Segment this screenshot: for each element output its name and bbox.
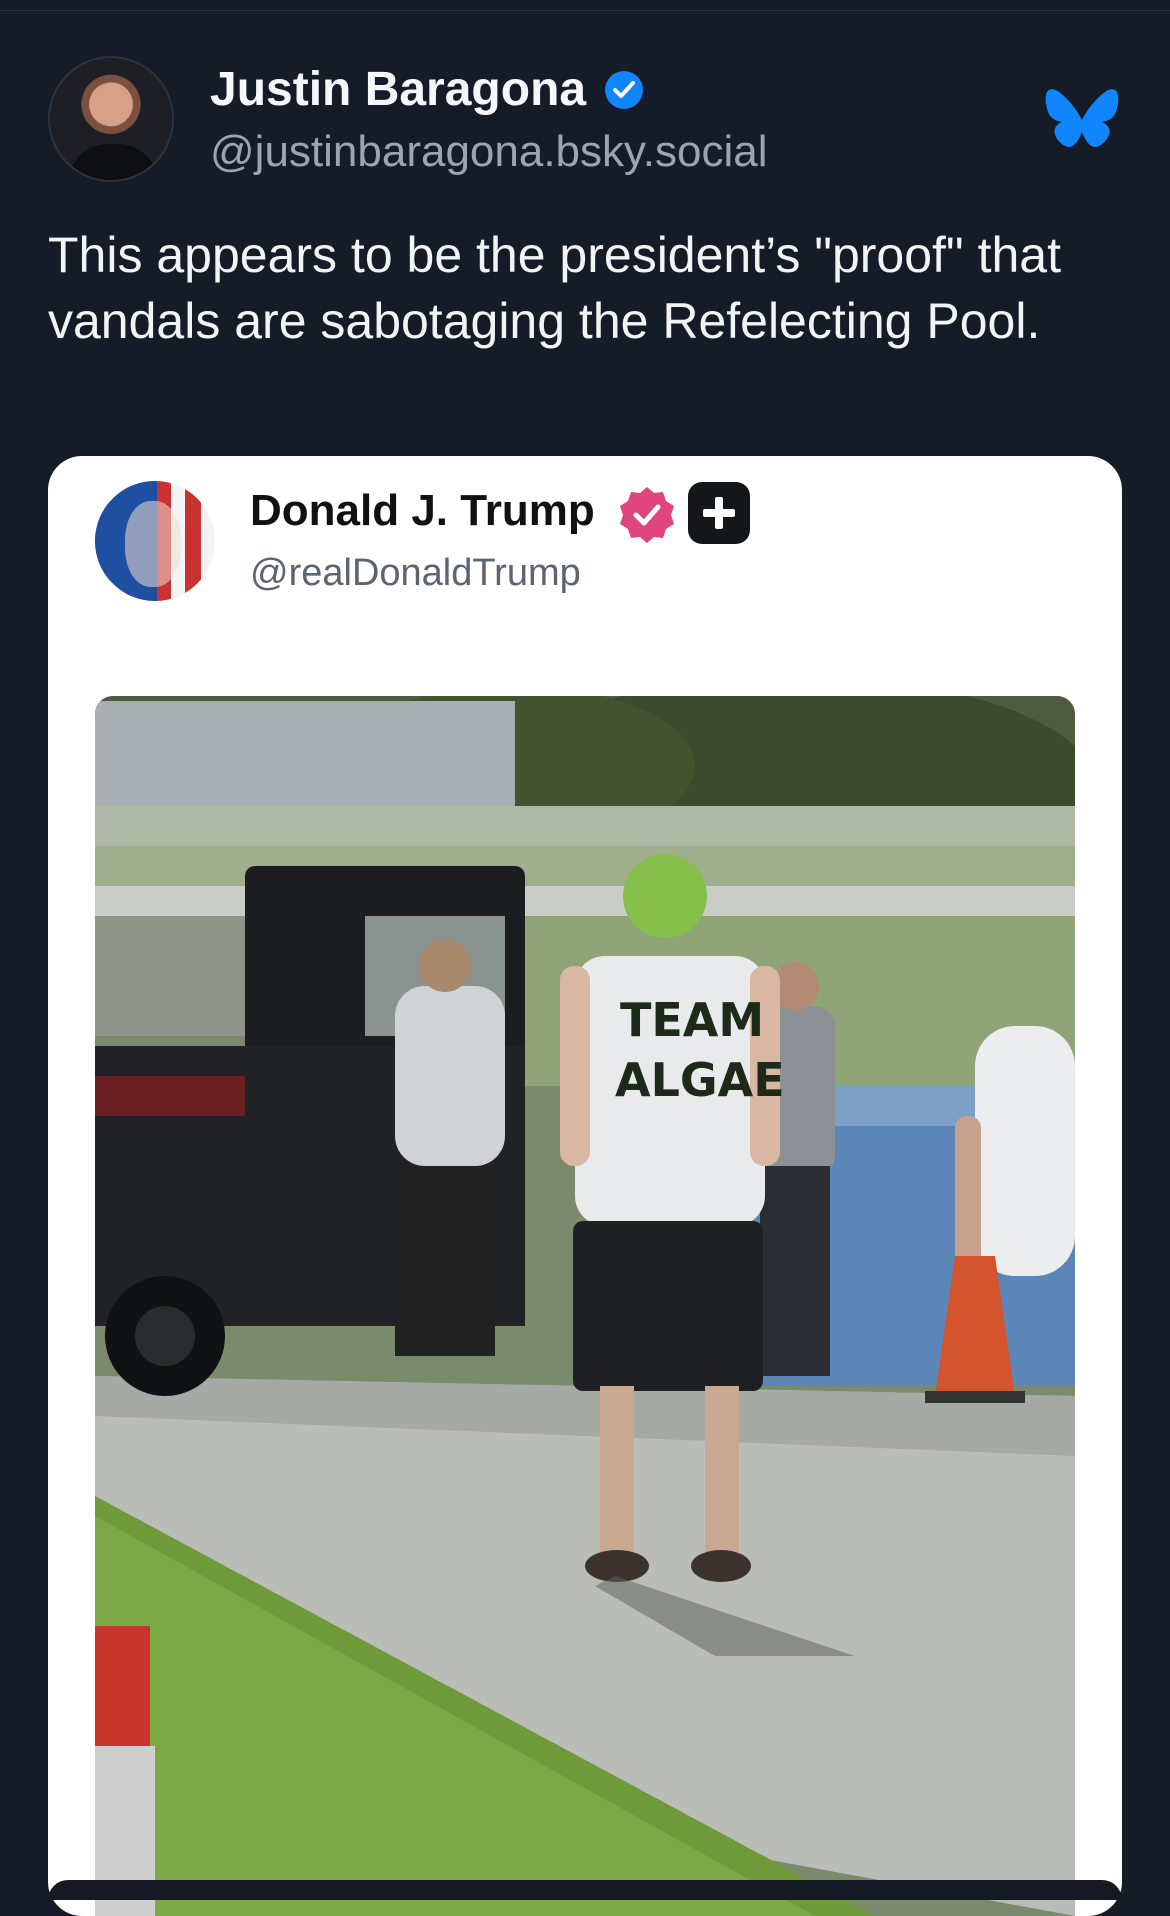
svg-text:ALGAE: ALGAE [615, 1053, 785, 1107]
embedded-author-handle[interactable]: @realDonaldTrump [250, 552, 581, 595]
svg-text:TEAM: TEAM [620, 993, 764, 1047]
photo-scene: TEAM ALGAE [95, 696, 1075, 1916]
author-handle[interactable]: @justinbaragona.bsky.social [210, 127, 767, 177]
embedded-photo[interactable]: TEAM ALGAE [95, 696, 1075, 1916]
plus-icon [688, 482, 750, 544]
author-names: Justin Baragona @justinbaragona.bsky.soc… [210, 62, 767, 177]
verified-badge-icon [620, 487, 674, 543]
top-divider [0, 0, 1170, 11]
bottom-edge [48, 1880, 1122, 1900]
embedded-author-name[interactable]: Donald J. Trump [250, 486, 595, 536]
verified-check-icon [604, 70, 643, 109]
embedded-author-avatar[interactable] [95, 481, 215, 601]
butterfly-icon[interactable] [1042, 86, 1122, 156]
author-display-name[interactable]: Justin Baragona [210, 62, 586, 117]
post-header: Justin Baragona @justinbaragona.bsky.soc… [48, 56, 1122, 186]
author-avatar[interactable] [48, 56, 174, 182]
post-body-text: This appears to be the president’s "proo… [48, 227, 1061, 349]
embedded-post-card[interactable]: Donald J. Trump @realDonaldTrump TEAM AL… [48, 456, 1122, 1916]
